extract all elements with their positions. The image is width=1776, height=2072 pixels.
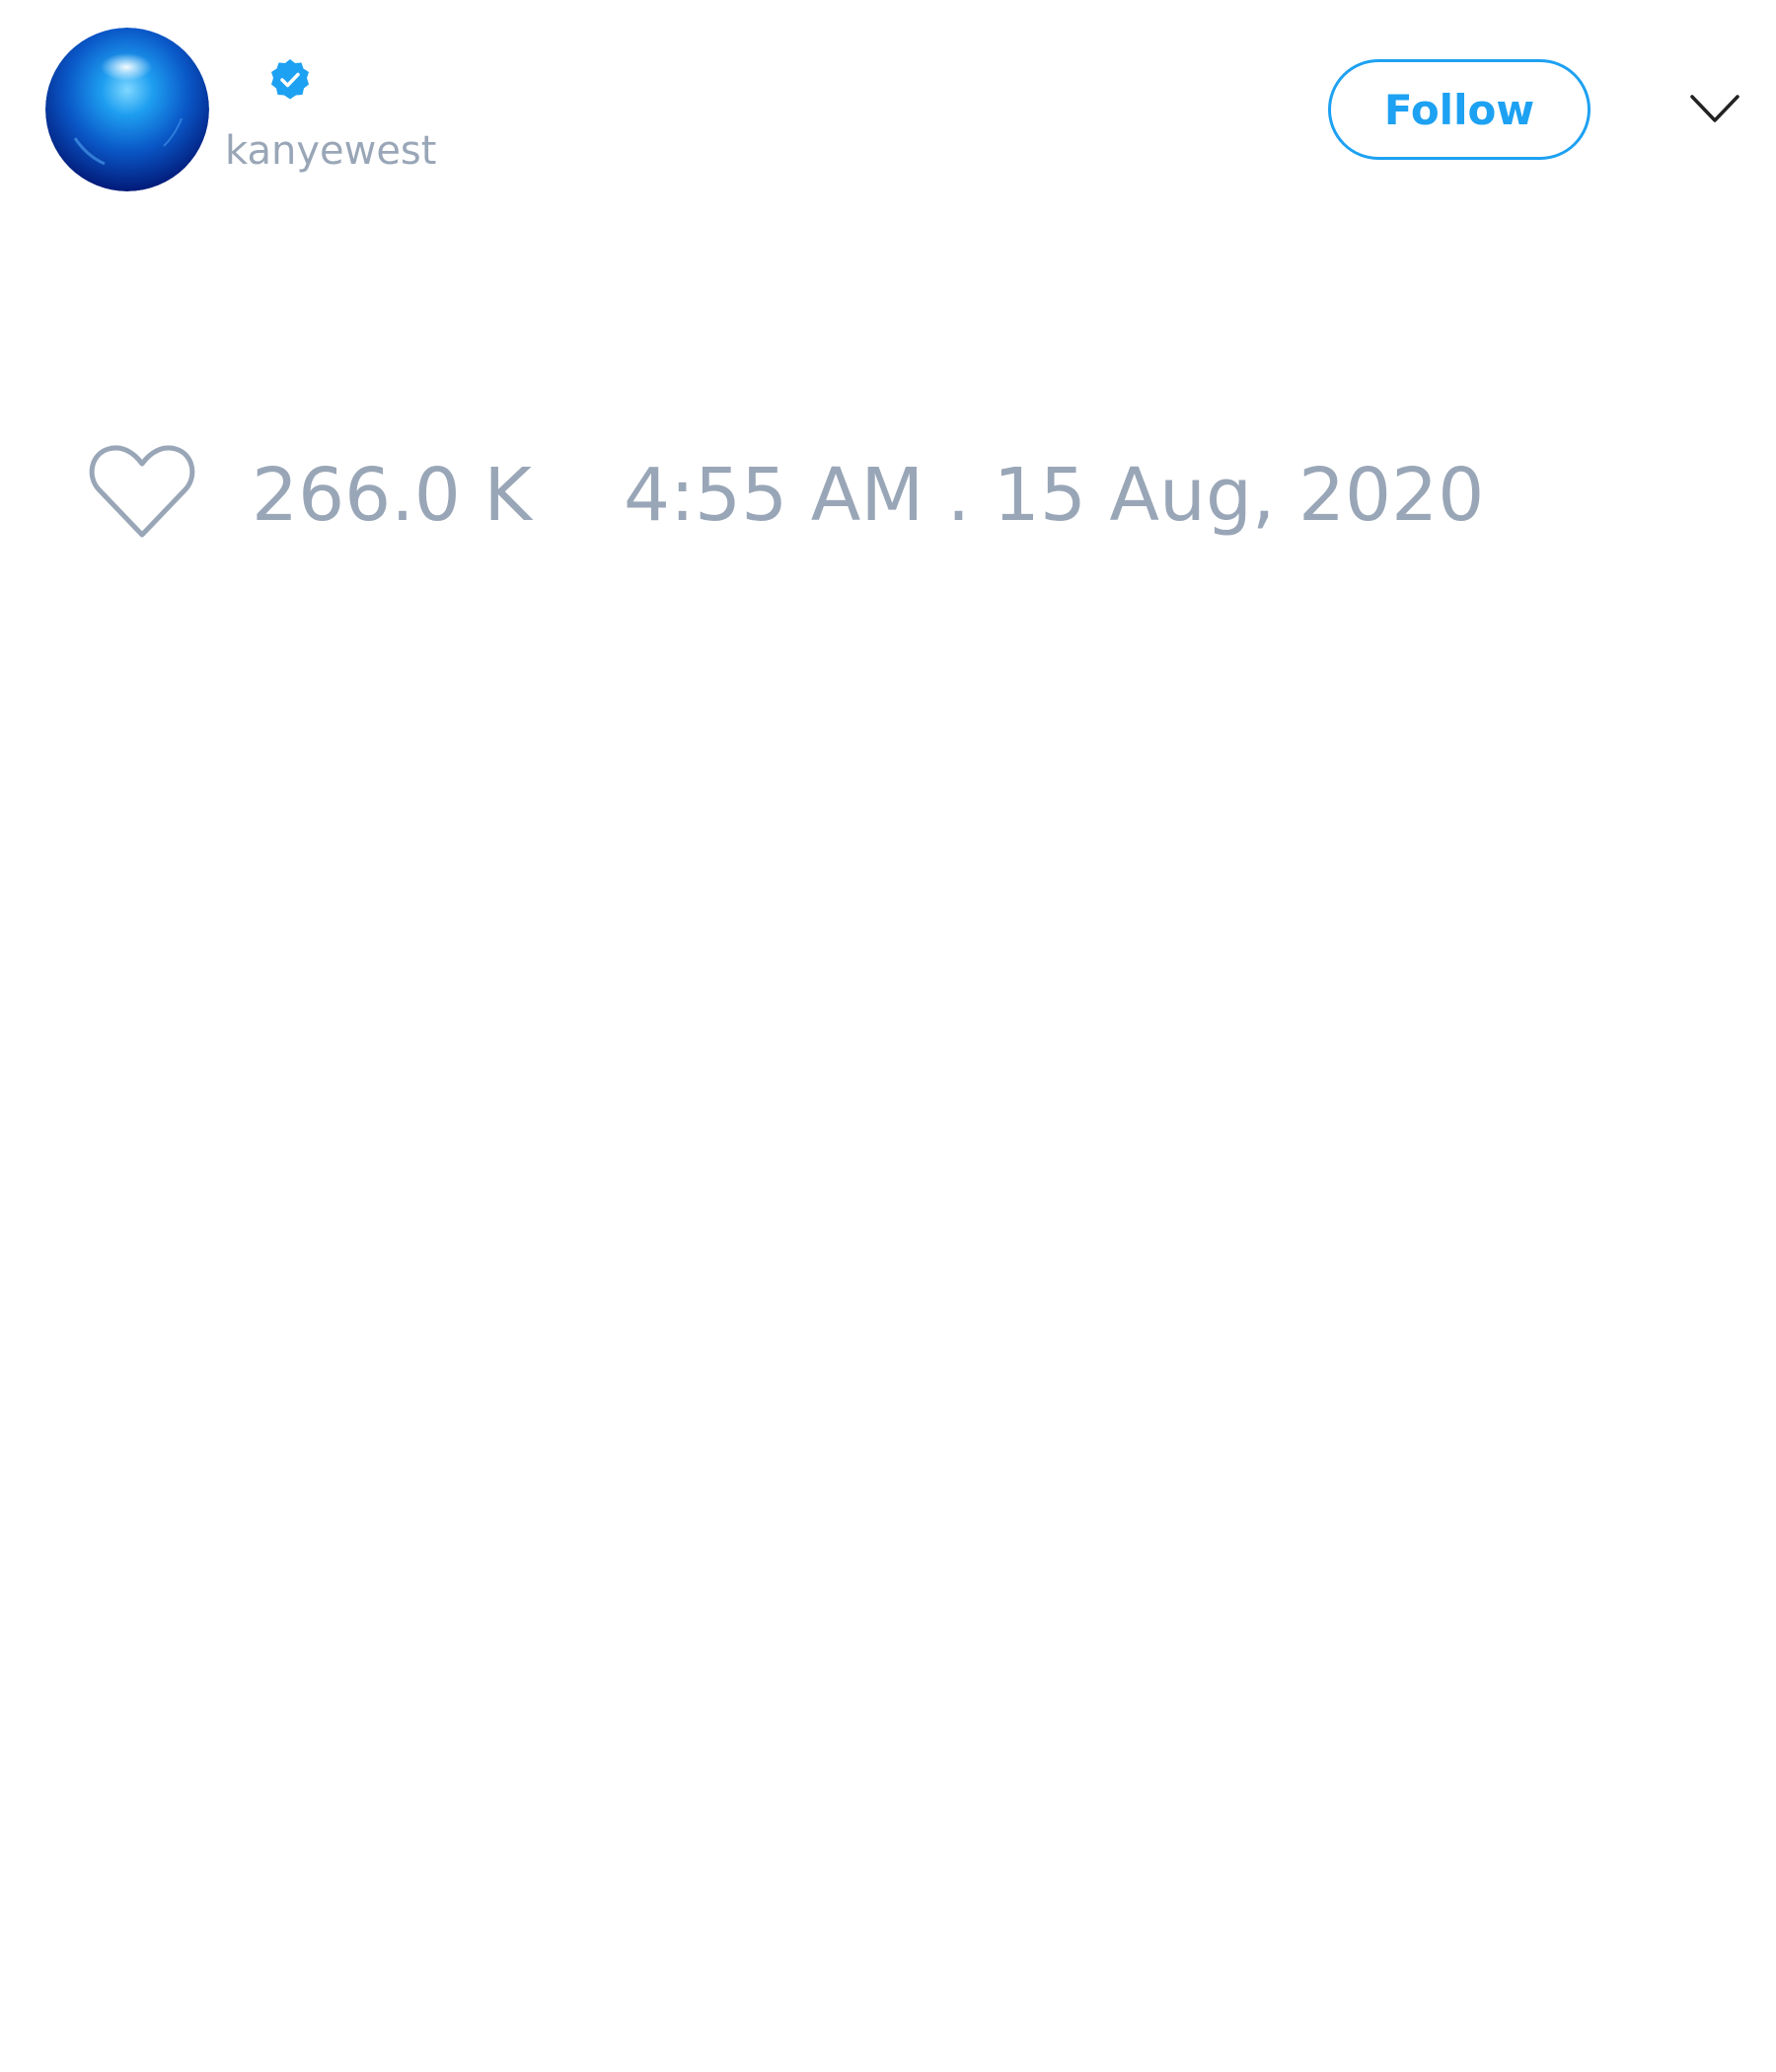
username[interactable]: kanyewest xyxy=(225,126,436,176)
chevron-down-icon[interactable] xyxy=(1689,91,1740,126)
verified-badge-icon xyxy=(267,57,313,103)
avatar[interactable] xyxy=(45,28,209,191)
likes-count: 266.0 K xyxy=(252,453,532,538)
tweet-timestamp[interactable]: 4:55 AM . 15 Aug, 2020 xyxy=(624,454,1484,537)
blue-sphere-avatar-icon xyxy=(45,28,209,191)
heart-outline-icon[interactable] xyxy=(87,444,197,543)
follow-button[interactable]: Follow xyxy=(1328,59,1591,160)
